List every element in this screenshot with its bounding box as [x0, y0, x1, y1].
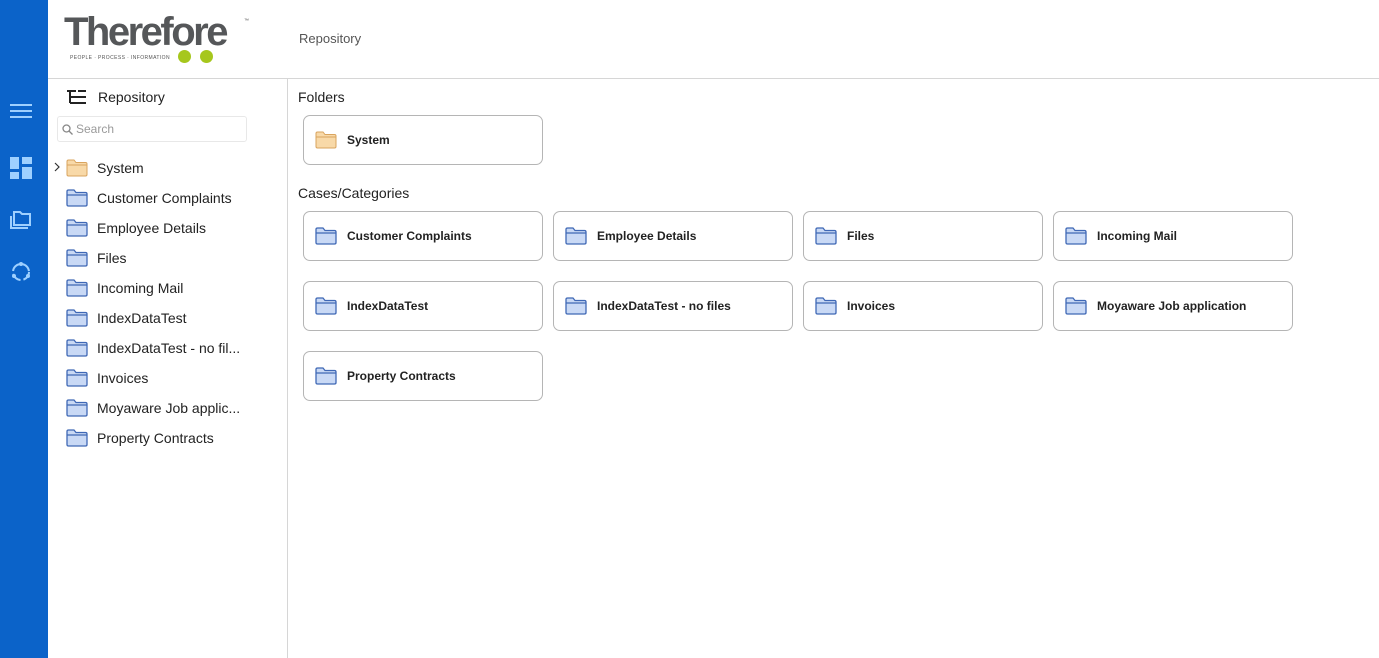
category-card-moyaware-job-application[interactable]: Moyaware Job application	[1053, 281, 1293, 331]
tree-item-files[interactable]: Files	[48, 243, 287, 273]
category-folder-icon	[66, 249, 88, 267]
tree-item-invoices[interactable]: Invoices	[48, 363, 287, 393]
search-icon	[62, 123, 73, 135]
therefore-logo[interactable]: Therefore ™ PEOPLE · PROCESS · INFORMATI…	[64, 12, 254, 66]
category-card-employee-details[interactable]: Employee Details	[553, 211, 793, 261]
tree-item-employee-details[interactable]: Employee Details	[48, 213, 287, 243]
tree-item-label: Invoices	[97, 370, 149, 386]
dashboard-icon[interactable]	[9, 156, 33, 180]
folder-icon	[315, 131, 337, 149]
card-label: Moyaware Job application	[1097, 299, 1247, 313]
category-card-invoices[interactable]: Invoices	[803, 281, 1043, 331]
category-card-indexdatatest[interactable]: IndexDataTest	[303, 281, 543, 331]
tree-item-label: IndexDataTest	[97, 310, 187, 326]
breadcrumb[interactable]: Repository	[299, 31, 361, 46]
card-label: Files	[847, 229, 875, 243]
card-label: IndexDataTest - no files	[597, 299, 731, 313]
card-label: System	[347, 133, 390, 147]
card-label: Incoming Mail	[1097, 229, 1178, 243]
nav-rail	[0, 0, 48, 658]
category-folder-icon	[66, 369, 88, 387]
tree-structure-icon	[67, 90, 86, 104]
category-folder-icon	[315, 297, 337, 315]
folder-icon	[66, 159, 88, 177]
category-card-property-contracts[interactable]: Property Contracts	[303, 351, 543, 401]
tree-item-label: Incoming Mail	[97, 280, 184, 296]
repository-tree: System Customer Complaints Employee Deta…	[48, 153, 287, 453]
category-folder-icon	[565, 297, 587, 315]
card-label: Invoices	[847, 299, 896, 313]
logo-dot	[178, 50, 191, 63]
category-folder-icon	[815, 227, 837, 245]
tree-item-customer-complaints[interactable]: Customer Complaints	[48, 183, 287, 213]
tree-item-label: Customer Complaints	[97, 190, 232, 206]
category-card-files[interactable]: Files	[803, 211, 1043, 261]
repository-sidebar: Repository System Customer Complaints Em…	[48, 79, 288, 658]
card-label: Employee Details	[597, 229, 697, 243]
category-card-customer-complaints[interactable]: Customer Complaints	[303, 211, 543, 261]
category-folder-icon	[1065, 297, 1087, 315]
category-card-indexdatatest-no-files[interactable]: IndexDataTest - no files	[553, 281, 793, 331]
category-folder-icon	[66, 309, 88, 327]
tree-item-property-contracts[interactable]: Property Contracts	[48, 423, 287, 453]
tree-item-label: Moyaware Job applic...	[97, 400, 241, 416]
tree-item-label: Employee Details	[97, 220, 206, 236]
sidebar-title: Repository	[98, 89, 165, 105]
tree-item-label: Property Contracts	[97, 430, 214, 446]
logo-wordmark: Therefore	[64, 10, 229, 54]
category-card-incoming-mail[interactable]: Incoming Mail	[1053, 211, 1293, 261]
card-label: IndexDataTest	[347, 299, 429, 313]
card-label: Property Contracts	[347, 369, 456, 383]
search-input[interactable]	[76, 122, 236, 136]
tree-item-label: IndexDataTest - no fil...	[97, 340, 241, 356]
folders-icon[interactable]	[9, 208, 33, 232]
main-content: Folders System Cases/Categories Customer…	[298, 79, 1368, 658]
tree-item-indexdatatest[interactable]: IndexDataTest	[48, 303, 287, 333]
tree-item-label: Files	[97, 250, 127, 266]
logo-trademark: ™	[244, 18, 249, 24]
app-header: Therefore ™ PEOPLE · PROCESS · INFORMATI…	[48, 0, 1379, 79]
category-folder-icon	[66, 399, 88, 417]
search-box[interactable]	[57, 116, 247, 142]
tree-item-system[interactable]: System	[48, 153, 287, 183]
tree-item-moyaware-job-application[interactable]: Moyaware Job applic...	[48, 393, 287, 423]
card-label: Customer Complaints	[347, 229, 472, 243]
tree-item-incoming-mail[interactable]: Incoming Mail	[48, 273, 287, 303]
folder-card-system[interactable]: System	[303, 115, 543, 165]
category-folder-icon	[66, 339, 88, 357]
category-folder-icon	[66, 429, 88, 447]
category-folder-icon	[66, 279, 88, 297]
logo-dot	[200, 50, 213, 63]
chevron-right-icon[interactable]	[52, 161, 62, 173]
workflow-cycle-icon[interactable]	[9, 260, 33, 284]
tree-item-label: System	[97, 160, 144, 176]
hamburger-menu-icon[interactable]	[9, 99, 33, 123]
category-folder-icon	[565, 227, 587, 245]
category-folder-icon	[1065, 227, 1087, 245]
category-folder-icon	[315, 367, 337, 385]
category-folder-icon	[315, 227, 337, 245]
repository-tree-header[interactable]: Repository	[66, 87, 165, 107]
category-folder-icon	[66, 189, 88, 207]
logo-tagline: PEOPLE · PROCESS · INFORMATION	[70, 55, 170, 61]
category-folder-icon	[815, 297, 837, 315]
tree-item-indexdatatest-no-files[interactable]: IndexDataTest - no fil...	[48, 333, 287, 363]
categories-section-title: Cases/Categories	[298, 185, 410, 201]
category-folder-icon	[66, 219, 88, 237]
folders-section-title: Folders	[298, 89, 345, 105]
